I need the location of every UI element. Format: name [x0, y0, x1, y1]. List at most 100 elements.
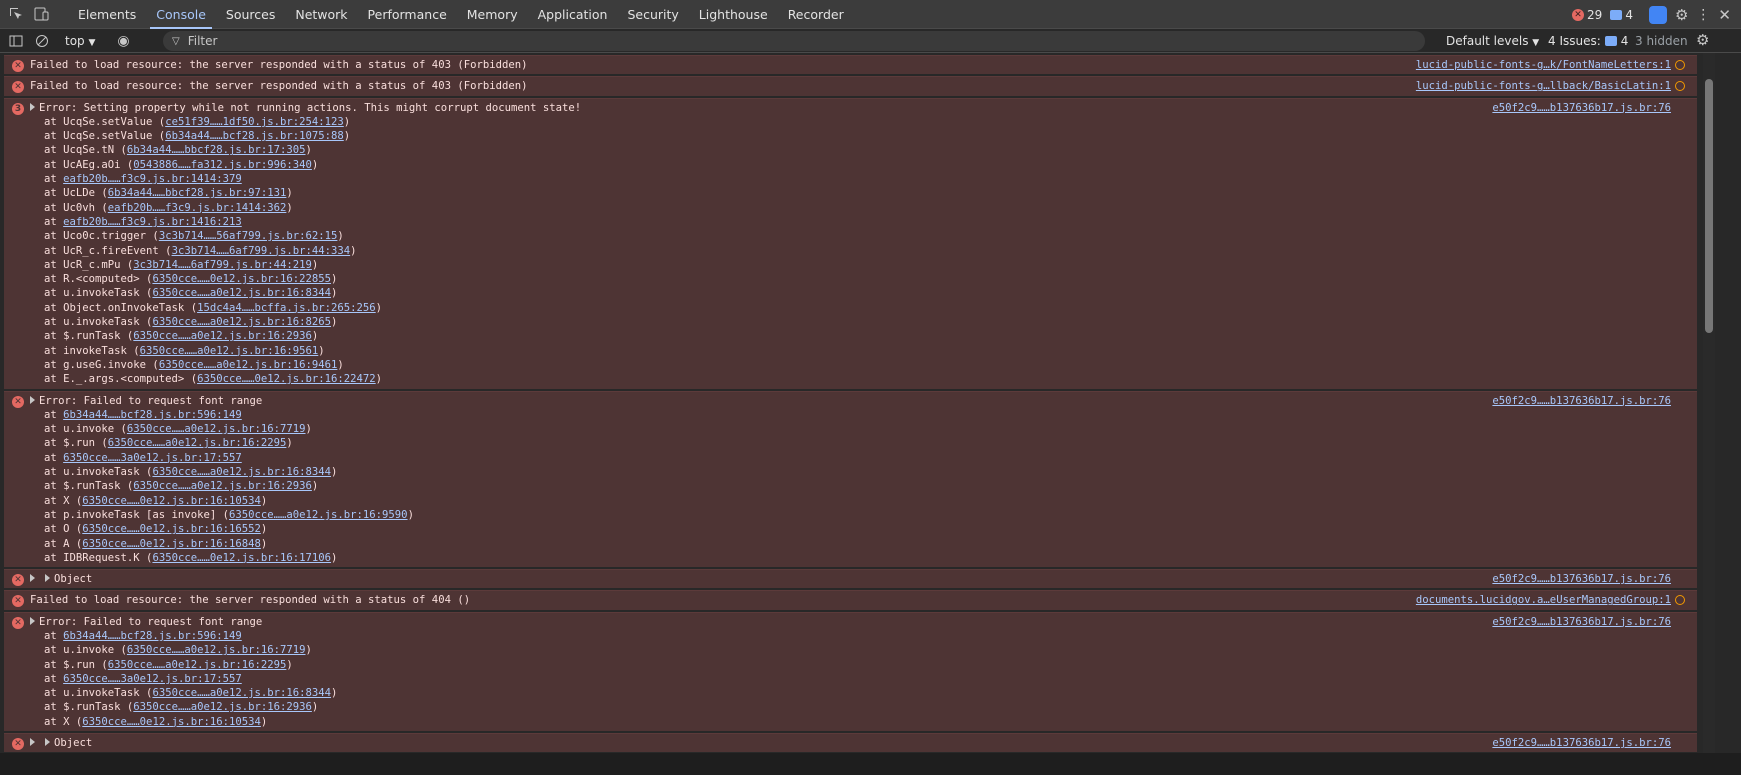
stack-trace: at 6b34a44……bcf28.js.br:596:149 at u.invo… [30, 629, 1697, 729]
sidebar-toggle-icon[interactable] [9, 34, 23, 48]
frame-link[interactable]: 6350cce……a0e12.js.br:16:8344 [152, 287, 331, 299]
issues-button[interactable]: 4 Issues: 4 [1548, 34, 1628, 48]
source-link[interactable]: lucid-public-fonts-g…llback/BasicLatin:1 [1416, 79, 1671, 93]
stack-frame: at UcqSe.setValue (ce51f39……1df50.js.br:… [44, 115, 1697, 129]
console-message[interactable]: ✕ Failed to load resource: the server res… [4, 76, 1697, 96]
frame-link[interactable]: 6350cce……a0e12.js.br:16:2295 [108, 437, 287, 449]
message-count-badge[interactable]: 4 [1610, 8, 1633, 22]
tab-security[interactable]: Security [617, 0, 688, 29]
more-options-icon[interactable]: ⋮ [1696, 7, 1710, 23]
tab-performance[interactable]: Performance [358, 0, 457, 29]
tab-recorder[interactable]: Recorder [778, 0, 854, 29]
frame-link[interactable]: 6350cce……a0e12.js.br:16:7719 [127, 423, 306, 435]
frame-link[interactable]: 6350cce……3a0e12.js.br:17:557 [63, 673, 242, 685]
insight-bulb-icon[interactable] [1675, 60, 1685, 70]
expand-triangle-icon[interactable] [30, 102, 35, 111]
frame-link[interactable]: 0543886……fa312.js.br:996:340 [133, 159, 312, 171]
frame-link[interactable]: 3c3b714……56af799.js.br:62:15 [159, 230, 338, 242]
object-expand-triangle-icon[interactable] [45, 574, 50, 583]
source-link[interactable]: lucid-public-fonts-g…k/FontNameLetters:1 [1416, 58, 1671, 72]
frame-link[interactable]: 6350cce……0e12.js.br:16:10534 [82, 716, 261, 728]
levels-dropdown[interactable]: Default levels ▼ [1446, 34, 1539, 48]
close-icon[interactable]: ✕ [1718, 6, 1731, 24]
frame-link[interactable]: 6350cce……a0e12.js.br:16:8265 [152, 316, 331, 328]
frame-link[interactable]: 3c3b714……6af799.js.br:44:219 [133, 259, 312, 271]
tab-network[interactable]: Network [285, 0, 357, 29]
frame-link[interactable]: 6b34a44……bcf28.js.br:596:149 [63, 630, 242, 642]
tab-lighthouse[interactable]: Lighthouse [689, 0, 778, 29]
frame-suffix: ) [331, 551, 338, 564]
frame-link[interactable]: eafb20b……f3c9.js.br:1414:379 [63, 173, 242, 185]
expand-triangle-icon[interactable] [30, 574, 35, 583]
frame-link[interactable]: 6350cce……0e12.js.br:16:22472 [197, 373, 376, 385]
frame-link[interactable]: 6350cce……a0e12.js.br:16:8344 [152, 466, 331, 478]
source-link[interactable]: e50f2c9……b137636b17.js.br:76 [1492, 394, 1671, 408]
frame-link[interactable]: 6b34a44……bbcf28.js.br:17:305 [127, 144, 306, 156]
frame-link[interactable]: 6350cce……3a0e12.js.br:17:557 [63, 452, 242, 464]
source-link[interactable]: e50f2c9……b137636b17.js.br:76 [1492, 736, 1671, 750]
frame-link[interactable]: 6350cce……a0e12.js.br:16:9590 [229, 509, 408, 521]
filter-input[interactable]: ▽ Filter [163, 31, 1425, 51]
frame-prefix: at $.runTask ( [44, 330, 134, 343]
frame-prefix: at $.run ( [44, 658, 108, 671]
frame-link[interactable]: 6350cce……a0e12.js.br:16:2936 [133, 480, 312, 492]
frame-link[interactable]: 3c3b714……6af799.js.br:44:334 [172, 245, 351, 257]
console-message[interactable]: ✕ Error: Failed to request font range e50f… [4, 390, 1697, 568]
console-settings-gear-icon[interactable]: ⚙ [1696, 31, 1709, 49]
object-expand-triangle-icon[interactable] [45, 738, 50, 747]
ai-assistance-icon[interactable] [1648, 5, 1667, 24]
device-toggle-icon[interactable] [32, 4, 52, 24]
context-selector[interactable]: top ▼ [65, 34, 95, 48]
frame-link[interactable]: ce51f39……1df50.js.br:254:123 [165, 116, 344, 128]
frame-link[interactable]: 6350cce……a0e12.js.br:16:8344 [152, 687, 331, 699]
live-expression-eye-icon[interactable]: ◉ [117, 33, 129, 49]
frame-link[interactable]: 6350cce……a0e12.js.br:16:9461 [159, 359, 338, 371]
frame-link[interactable]: 6350cce……a0e12.js.br:16:9561 [140, 345, 319, 357]
console-message[interactable]: ✕ Error: Failed to request font range e50f… [4, 611, 1697, 732]
console-message[interactable]: ✕ Failed to load resource: the server res… [4, 590, 1697, 610]
console-message[interactable]: ✕ Object e50f2c9……b137636b17.js.br:76 [4, 569, 1697, 589]
frame-link[interactable]: 6350cce……a0e12.js.br:16:7719 [127, 644, 306, 656]
frame-prefix: at R.<computed> ( [44, 273, 153, 286]
frame-link[interactable]: 6350cce……0e12.js.br:16:17106 [152, 552, 331, 564]
frame-link[interactable]: 6b34a44……bbcf28.js.br:97:131 [108, 187, 287, 199]
console-message[interactable]: ✕ Object e50f2c9……b137636b17.js.br:76 [4, 733, 1697, 753]
source-link[interactable]: e50f2c9……b137636b17.js.br:76 [1492, 615, 1671, 629]
console-message[interactable]: ✕ Failed to load resource: the server res… [4, 55, 1697, 75]
console-message[interactable]: 3 Error: Setting property while not runni… [4, 97, 1697, 389]
frame-link[interactable]: 15dc4a4……bcffa.js.br:265:256 [197, 302, 376, 314]
console-scrollbar[interactable] [1703, 53, 1715, 753]
expand-triangle-icon[interactable] [30, 738, 35, 747]
expand-triangle-icon[interactable] [30, 395, 35, 404]
frame-link[interactable]: 6b34a44……bcf28.js.br:1075:88 [165, 130, 344, 142]
settings-gear-icon[interactable]: ⚙ [1675, 6, 1688, 24]
frame-link[interactable]: 6350cce……a0e12.js.br:16:2295 [108, 659, 287, 671]
source-link[interactable]: documents.lucidgov.a…eUserManagedGroup:1 [1416, 593, 1671, 607]
stack-frame: at Uc0vh (eafb20b……f3c9.js.br:1414:362) [44, 201, 1697, 215]
frame-link[interactable]: 6350cce……0e12.js.br:16:16552 [82, 523, 261, 535]
frame-link[interactable]: 6350cce……0e12.js.br:16:22855 [152, 273, 331, 285]
clear-console-icon[interactable] [35, 34, 49, 48]
error-count-badge[interactable]: ✕ 29 [1572, 8, 1602, 22]
tab-elements[interactable]: Elements [68, 0, 146, 29]
scrollbar-thumb[interactable] [1705, 79, 1713, 333]
frame-link[interactable]: 6350cce……a0e12.js.br:16:2936 [133, 330, 312, 342]
frame-link[interactable]: eafb20b……f3c9.js.br:1414:362 [108, 202, 287, 214]
stack-frame: at Object.onInvokeTask (15dc4a4……bcffa.j… [44, 301, 1697, 315]
tab-application[interactable]: Application [528, 0, 618, 29]
tab-console[interactable]: Console [146, 0, 216, 29]
expand-triangle-icon[interactable] [30, 616, 35, 625]
frame-link[interactable]: 6350cce……0e12.js.br:16:16848 [82, 538, 261, 550]
message-text: Error: Failed to request font range [39, 615, 263, 628]
source-link[interactable]: e50f2c9……b137636b17.js.br:76 [1492, 572, 1671, 586]
error-icon: ✕ [12, 616, 24, 629]
frame-link[interactable]: 6350cce……a0e12.js.br:16:2936 [133, 701, 312, 713]
tab-sources[interactable]: Sources [216, 0, 285, 29]
message-text: Object [54, 573, 93, 586]
frame-link[interactable]: 6350cce……0e12.js.br:16:10534 [82, 495, 261, 507]
source-link[interactable]: e50f2c9……b137636b17.js.br:76 [1492, 101, 1671, 115]
frame-link[interactable]: 6b34a44……bcf28.js.br:596:149 [63, 409, 242, 421]
frame-link[interactable]: eafb20b……f3c9.js.br:1416:213 [63, 216, 242, 228]
inspect-element-icon[interactable] [6, 4, 26, 24]
tab-memory[interactable]: Memory [457, 0, 528, 29]
